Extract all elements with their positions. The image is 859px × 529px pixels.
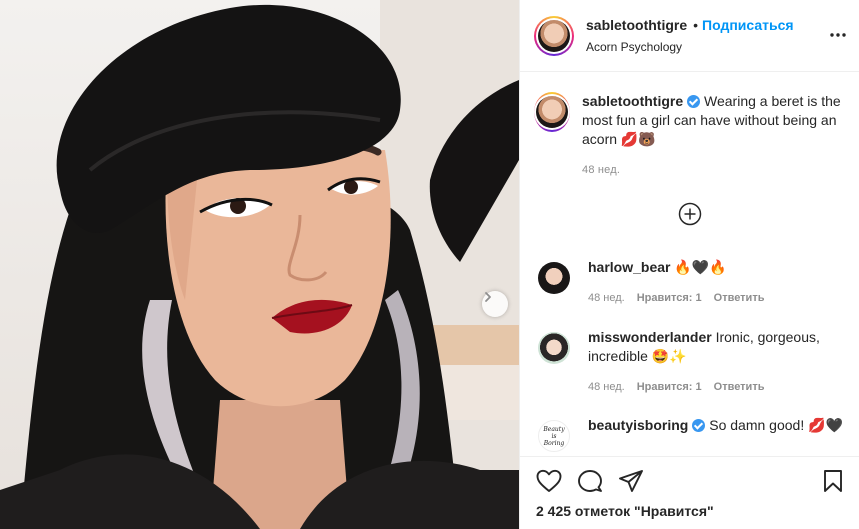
comment-likes-count[interactable]: Нравится: 1 xyxy=(637,292,702,304)
commenter-avatar-logo-text: Beauty is Boring xyxy=(543,425,565,447)
portrait-image xyxy=(0,0,519,529)
verified-badge-icon xyxy=(692,419,706,432)
commenter-username-link[interactable]: beautyisboring xyxy=(588,417,688,433)
follow-button[interactable]: Подписаться xyxy=(702,17,794,33)
comment-timestamp[interactable]: 48 нед. xyxy=(588,292,625,304)
likes-count[interactable]: 2 425 отметок "Нравится" xyxy=(536,503,714,519)
next-photo-button[interactable] xyxy=(482,291,508,317)
caption-author-avatar[interactable] xyxy=(534,92,570,132)
caption-timestamp[interactable]: 48 нед. xyxy=(582,161,846,180)
commenter-avatar[interactable] xyxy=(538,332,570,364)
verified-badge-icon xyxy=(687,95,701,108)
comment-item: Beauty is Boring beautyisboring So damn … xyxy=(534,416,846,452)
commenter-username-link[interactable]: harlow_bear xyxy=(588,259,670,275)
more-options-icon xyxy=(830,33,846,37)
like-heart-icon xyxy=(536,469,562,492)
bookmark-icon xyxy=(824,470,842,492)
location-link[interactable]: Acorn Psychology xyxy=(586,40,794,54)
author-username-link[interactable]: sabletoothtigre xyxy=(586,17,687,33)
post-caption: sabletoothtigre Wearing a beret is the m… xyxy=(534,92,846,180)
comment-text: 🔥🖤🔥 xyxy=(674,259,727,275)
comment-item: misswonderlander Ironic, gorgeous, incre… xyxy=(534,328,846,397)
load-more-plus-icon xyxy=(678,202,702,226)
comment-item: harlow_bear 🔥🖤🔥 48 нед. Нравится: 1 Ответи… xyxy=(534,258,846,308)
post-action-bar: 2 425 отметок "Нравится" xyxy=(520,456,859,529)
post-side-panel: sabletoothtigre • Подписаться Acorn Psycho… xyxy=(519,0,859,529)
commenter-avatar[interactable]: Beauty is Boring xyxy=(538,420,570,452)
share-plane-icon xyxy=(619,470,643,492)
more-options-button[interactable] xyxy=(830,27,846,48)
chevron-right-icon xyxy=(485,292,491,302)
like-button[interactable] xyxy=(536,469,562,498)
commenter-avatar[interactable] xyxy=(538,262,570,294)
comment-icon xyxy=(578,470,602,492)
post-photo[interactable] xyxy=(0,0,519,529)
comment-button[interactable] xyxy=(577,469,603,498)
share-button[interactable] xyxy=(618,469,644,498)
author-avatar[interactable] xyxy=(534,15,574,56)
bookmark-button[interactable] xyxy=(822,469,844,498)
separator-dot: • xyxy=(693,17,699,33)
post-header: sabletoothtigre • Подписаться Acorn Psycho… xyxy=(520,0,859,72)
comment-likes-count[interactable]: Нравится: 1 xyxy=(637,381,702,393)
commenter-username-link[interactable]: misswonderlander xyxy=(588,329,712,345)
load-more-comments-button[interactable] xyxy=(678,202,702,231)
reply-button[interactable]: Ответить xyxy=(714,381,765,393)
caption-username-link[interactable]: sabletoothtigre xyxy=(582,93,683,109)
comment-text: So damn good! 💋🖤 xyxy=(709,417,843,433)
comment-timestamp[interactable]: 48 нед. xyxy=(588,381,625,393)
reply-button[interactable]: Ответить xyxy=(714,292,765,304)
